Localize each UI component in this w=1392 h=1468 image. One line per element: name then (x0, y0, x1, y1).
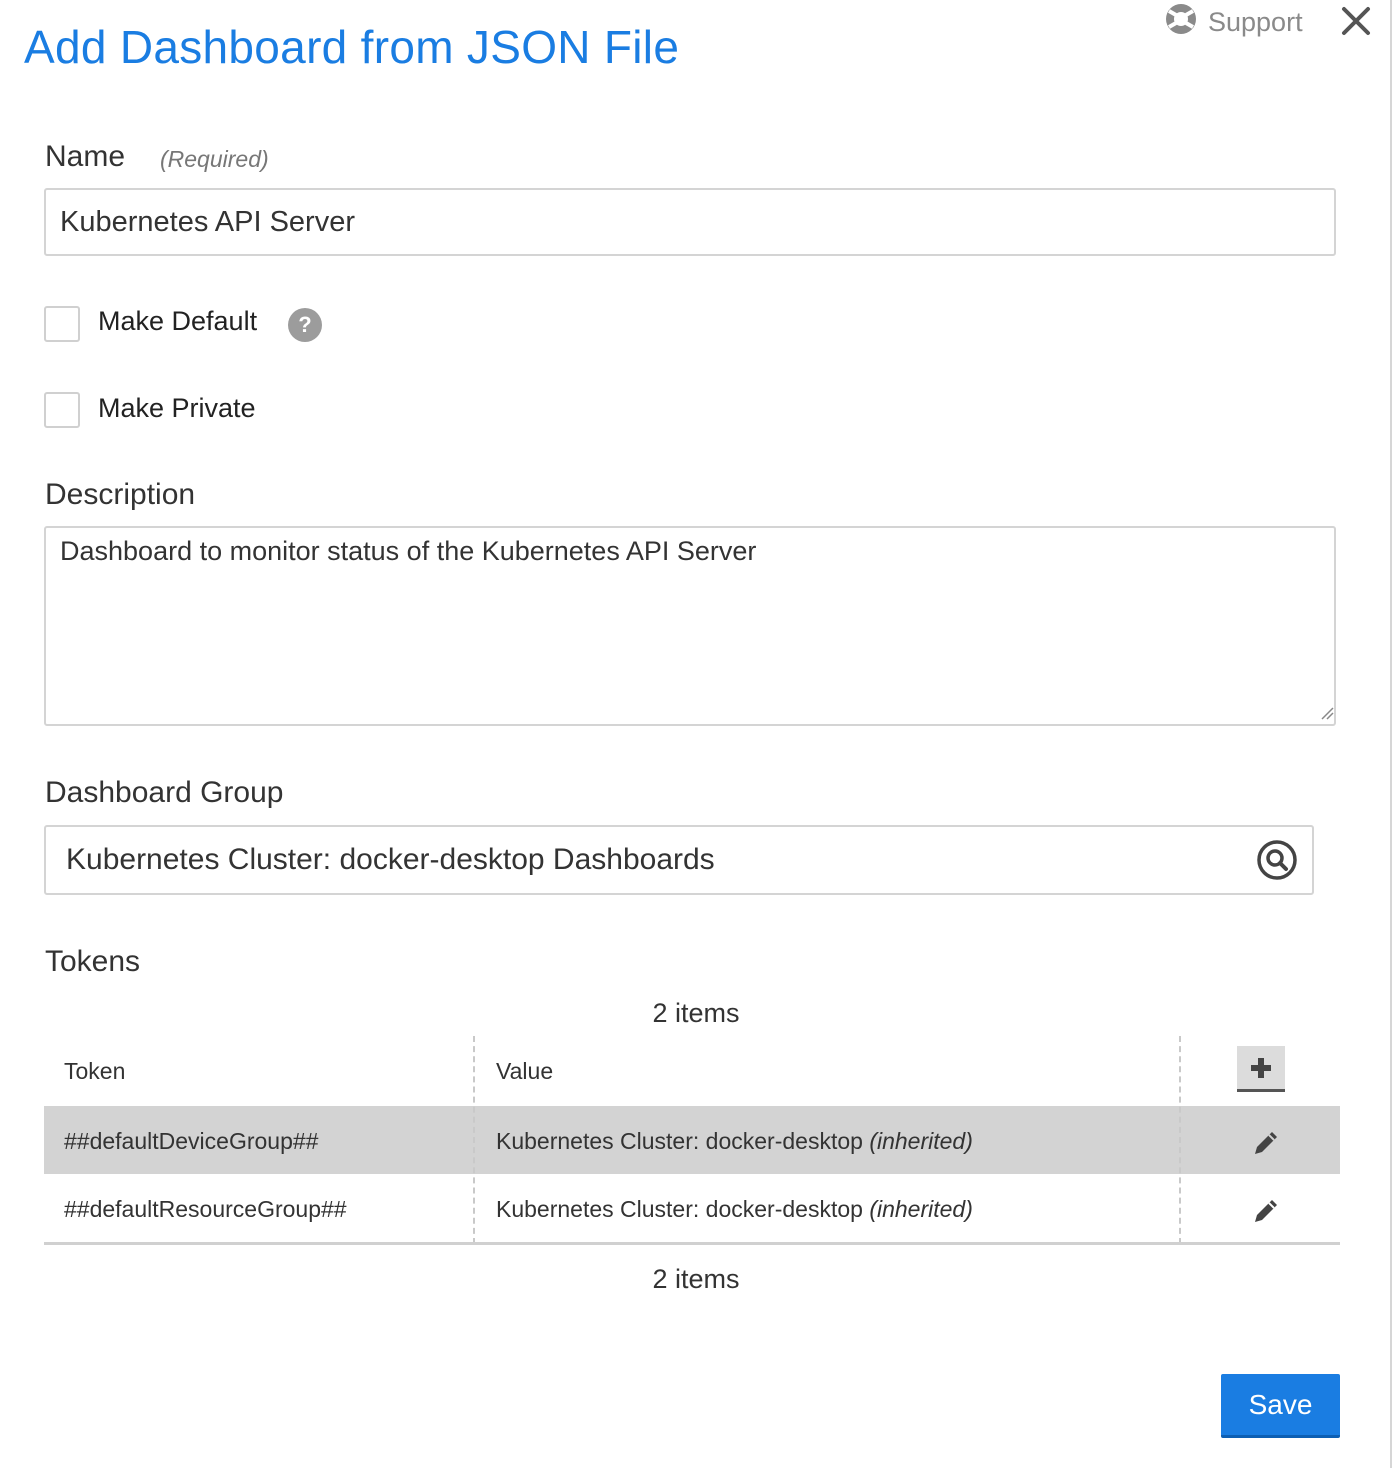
pencil-icon[interactable] (1251, 1196, 1281, 1226)
search-icon[interactable] (1256, 839, 1298, 881)
save-button[interactable]: Save (1221, 1374, 1340, 1438)
plus-icon (1251, 1057, 1271, 1078)
token-cell: ##defaultDeviceGroup## (64, 1128, 319, 1154)
support-link[interactable]: Support (1164, 2, 1303, 43)
table-row[interactable]: ##defaultDeviceGroup## Kubernetes Cluste… (44, 1106, 1340, 1174)
table-row[interactable]: ##defaultResourceGroup## Kubernetes Clus… (44, 1174, 1340, 1242)
description-label: Description (45, 478, 196, 511)
column-divider (1179, 1036, 1181, 1244)
items-count-top: 2 items (652, 998, 740, 1028)
name-input[interactable]: Kubernetes API Server (44, 188, 1336, 256)
dashboard-group-input[interactable]: Kubernetes Cluster: docker-desktop Dashb… (44, 825, 1314, 895)
value-cell: Kubernetes Cluster: docker-desktop (inhe… (496, 1196, 973, 1222)
tokens-table: Token Value (44, 1036, 1340, 1106)
required-hint: (Required) (160, 146, 269, 172)
close-icon (1342, 7, 1370, 35)
resize-grip-icon[interactable] (1320, 706, 1334, 720)
items-count-bottom: 2 items (652, 1264, 740, 1294)
name-label: Name (45, 140, 126, 173)
close-button[interactable] (1338, 2, 1374, 40)
pencil-icon[interactable] (1251, 1128, 1281, 1158)
tokens-heading: Tokens (45, 945, 141, 978)
make-private-label: Make Private (98, 393, 256, 423)
make-private-checkbox[interactable] (44, 392, 80, 428)
column-header-value[interactable]: Value (496, 1058, 553, 1085)
column-divider (473, 1036, 475, 1244)
inherited-tag: (inherited) (869, 1196, 973, 1222)
make-default-label: Make Default (98, 306, 258, 336)
dashboard-group-label: Dashboard Group (45, 776, 284, 809)
make-default-checkbox[interactable] (44, 306, 80, 342)
column-header-token[interactable]: Token (64, 1058, 125, 1085)
table-bottom-border (44, 1242, 1340, 1245)
dialog-title: Add Dashboard from JSON File (24, 21, 680, 73)
token-cell: ##defaultResourceGroup## (64, 1196, 347, 1222)
question-icon[interactable]: ? (288, 308, 322, 342)
add-token-button[interactable] (1237, 1046, 1285, 1092)
support-label: Support (1208, 6, 1303, 37)
value-cell: Kubernetes Cluster: docker-desktop (inhe… (496, 1128, 973, 1154)
table-header: Token Value (44, 1036, 1340, 1106)
description-textarea[interactable]: Dashboard to monitor status of the Kuber… (44, 526, 1336, 726)
inherited-tag: (inherited) (869, 1128, 973, 1154)
lifebuoy-icon (1164, 2, 1198, 43)
